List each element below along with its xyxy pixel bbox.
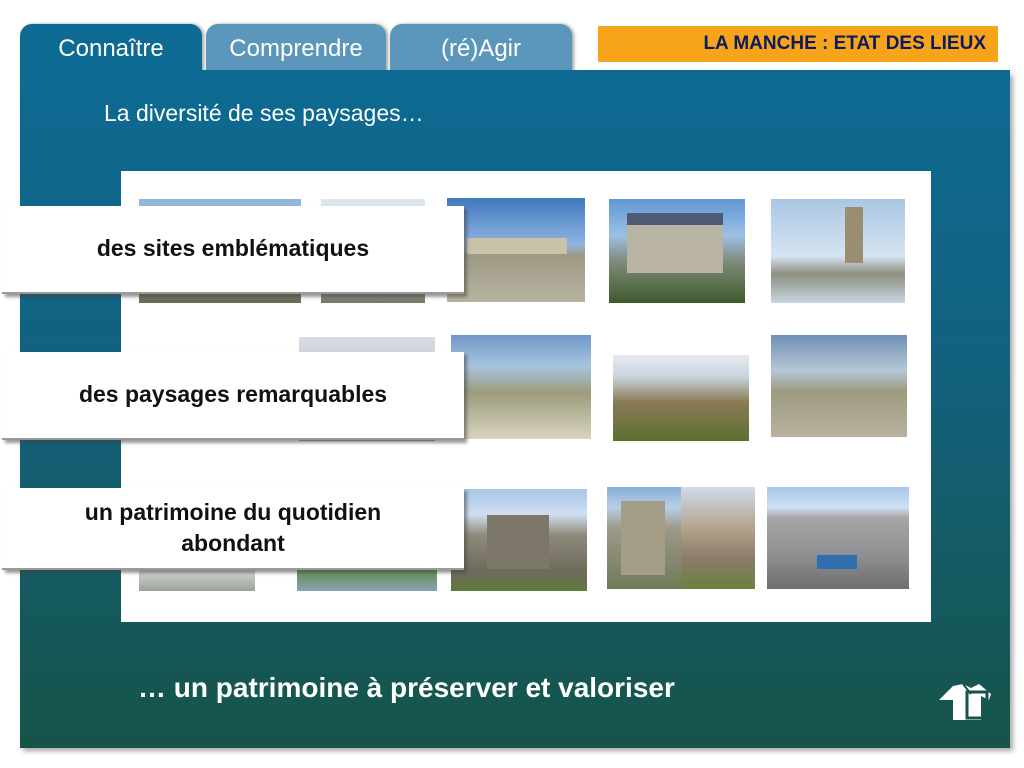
photo-site-5 bbox=[771, 199, 905, 303]
tab-connaitre-label: Connaître bbox=[58, 35, 164, 62]
photo-heritage-4 bbox=[607, 487, 681, 589]
tab-comprendre[interactable]: Comprendre bbox=[206, 24, 386, 74]
callout-sites-emblematiques-text: des sites emblématiques bbox=[96, 235, 370, 262]
tab-reagir[interactable]: (ré)Agir bbox=[390, 24, 572, 74]
photo-landscape-3 bbox=[613, 355, 749, 441]
callout-patrimoine-quotidien-text: un patrimoine du quotidien abondant bbox=[84, 498, 382, 556]
photo-site-4 bbox=[609, 199, 745, 303]
tab-connaitre[interactable]: Connaître bbox=[20, 24, 202, 74]
photo-heritage-6 bbox=[767, 487, 909, 589]
photo-heritage-5 bbox=[681, 487, 755, 589]
header-badge-label: LA MANCHE : ETAT DES LIEUX bbox=[703, 33, 986, 54]
callout-patrimoine-quotidien: un patrimoine du quotidien abondant bbox=[2, 488, 464, 570]
footer-text: … un patrimoine à préserver et valoriser bbox=[138, 672, 675, 703]
home-shirt-icon[interactable] bbox=[937, 680, 993, 724]
panel-top-strip bbox=[20, 70, 1010, 74]
callout-paysages-remarquables-text: des paysages remarquables bbox=[78, 381, 388, 408]
photo-site-3 bbox=[447, 198, 585, 302]
photo-heritage-3 bbox=[451, 489, 587, 591]
tab-reagir-label: (ré)Agir bbox=[440, 35, 521, 62]
header-badge: LA MANCHE : ETAT DES LIEUX bbox=[598, 26, 998, 62]
callout-paysages-remarquables: des paysages remarquables bbox=[2, 352, 464, 440]
page-subtitle: La diversité de ses paysages… bbox=[104, 100, 424, 126]
callout-sites-emblematiques: des sites emblématiques bbox=[2, 206, 464, 294]
photo-landscape-4 bbox=[771, 335, 907, 437]
photo-heritage-1 bbox=[139, 569, 255, 591]
photo-landscape-2 bbox=[451, 335, 591, 439]
tab-comprendre-label: Comprendre bbox=[229, 35, 363, 62]
photo-heritage-2 bbox=[297, 569, 437, 591]
